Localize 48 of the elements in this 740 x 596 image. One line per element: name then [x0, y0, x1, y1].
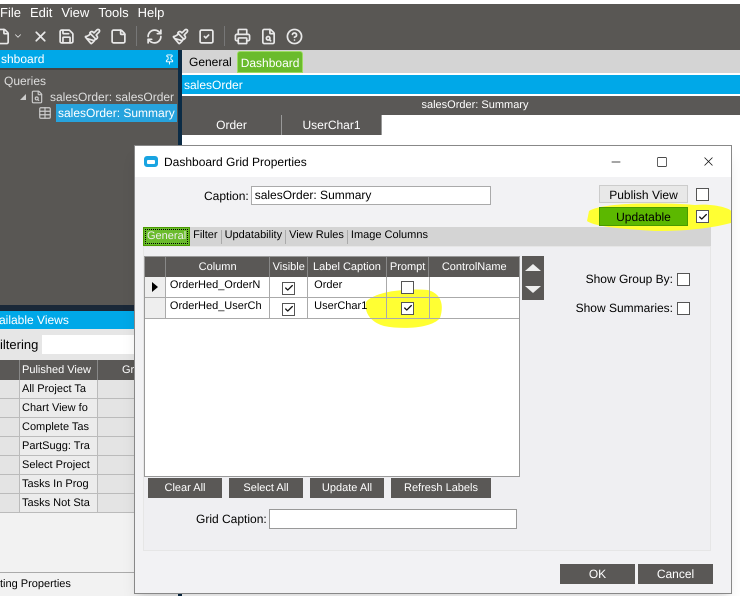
table-cell[interactable]: Tasks In Prog [20, 475, 98, 493]
table-cell[interactable]: OrderHed_OrderN [164, 277, 270, 297]
grid-button[interactable]: Update All [310, 478, 384, 498]
menu-item[interactable]: File [0, 3, 21, 23]
panel-title: shboard [1, 51, 44, 68]
tab[interactable]: Filter [190, 227, 221, 246]
caption-field[interactable]: salesOrder: Summary [250, 186, 491, 205]
column-header[interactable]: Column [164, 257, 270, 277]
publish-view-button[interactable]: Publish View [599, 185, 688, 203]
dialog-button[interactable]: OK [560, 564, 635, 584]
grid-button[interactable]: Select All [229, 478, 303, 498]
tab[interactable]: Updatability [222, 227, 286, 246]
table-cell[interactable]: Chart View fo [20, 399, 98, 417]
table-cell[interactable]: All Project Ta [20, 380, 98, 398]
tab[interactable]: View Rules [286, 227, 347, 246]
grid-title: salesOrder: Summary [422, 98, 528, 114]
tree-item[interactable]: salesOrder: salesOrder [48, 88, 176, 106]
option-label: Show Summaries: [576, 300, 673, 317]
updatable-button[interactable]: Updatable [599, 207, 688, 226]
menu-item[interactable]: Edit [30, 3, 52, 23]
column-header[interactable]: UserChar1 [282, 115, 382, 135]
table-cell[interactable]: Tasks Not Sta [20, 494, 98, 512]
window-title: Dashboard Grid Properties [164, 154, 307, 170]
grid-button[interactable]: Clear All [148, 478, 222, 498]
tree-item[interactable]: Queries [2, 72, 48, 90]
query-title: salesOrder [184, 76, 243, 94]
section-label: ting Properties [0, 577, 71, 592]
table-cell[interactable]: PartSugg: Tra [20, 437, 98, 455]
column-header[interactable]: Visible [269, 257, 308, 277]
table-cell[interactable]: Complete Tas [20, 418, 98, 436]
table-cell[interactable]: OrderHed_UserCh [164, 298, 270, 318]
table-cell[interactable]: Select Project [20, 456, 98, 474]
tab[interactable]: General [186, 51, 235, 73]
dialog-button[interactable]: Cancel [638, 564, 713, 584]
column-header[interactable]: ControlName [428, 257, 519, 277]
tab[interactable]: Image Columns [348, 227, 431, 246]
grid-button[interactable]: Refresh Labels [391, 478, 491, 498]
table-cell[interactable]: Order [307, 277, 386, 297]
menu-item[interactable]: View [61, 3, 90, 23]
column-header[interactable]: Order [182, 115, 282, 135]
menu-item[interactable]: Help [138, 3, 164, 23]
grid-caption-label: Grid Caption: [196, 511, 267, 528]
column-header[interactable]: Label Caption [307, 257, 386, 277]
menu-item[interactable]: Tools [98, 3, 129, 23]
column-header[interactable]: Prompt [386, 257, 428, 277]
filter-label: iltering [0, 336, 38, 354]
option-label: Show Group By: [586, 271, 673, 288]
caption-label: Caption: [204, 188, 249, 204]
